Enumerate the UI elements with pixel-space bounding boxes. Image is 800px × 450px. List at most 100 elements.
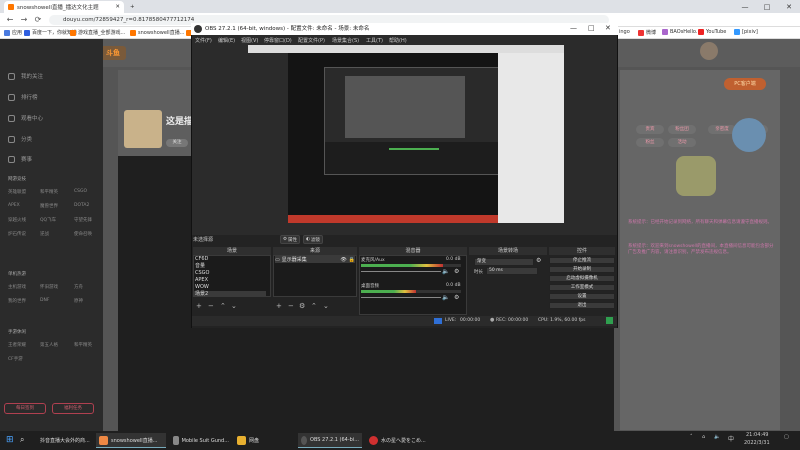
scene-item[interactable]: WOW <box>194 284 266 290</box>
menu-file[interactable]: 文件(F) <box>195 37 212 44</box>
mixer-settings-icon[interactable]: ⚙ <box>454 294 459 301</box>
bookmark-ingo[interactable]: ingo <box>619 29 630 35</box>
sidebar-item-watch[interactable]: 观看中心 <box>8 114 43 122</box>
close-tab-icon[interactable]: ✕ <box>115 4 120 10</box>
ime-indicator[interactable]: 中 <box>728 434 734 443</box>
daily-sign-button[interactable]: 每日签到 <box>4 403 46 414</box>
scene-item-selected[interactable]: 场景2 <box>194 291 266 297</box>
bookmark-youtube[interactable]: YouTube <box>698 29 726 35</box>
room-follow-tag[interactable]: 关注 <box>166 139 188 147</box>
settings-button[interactable]: 设置 <box>549 293 615 300</box>
obs-maximize-button[interactable]: □ <box>588 24 595 32</box>
source-settings-icon[interactable]: ⚙ <box>299 302 305 310</box>
scene-item[interactable]: CF6D <box>194 256 266 262</box>
new-tab-button[interactable]: + <box>126 1 140 13</box>
transition-type-select[interactable]: 渐变 <box>474 258 534 266</box>
transition-settings-icon[interactable]: ⚙ <box>536 257 541 264</box>
category-link[interactable]: 炉石传说 <box>8 231 26 237</box>
category-link[interactable]: 守望先锋 <box>74 217 92 223</box>
mixer-settings-icon[interactable]: ⚙ <box>454 268 459 275</box>
bookmark-baos[interactable]: BAOsHello... <box>662 29 701 35</box>
streamer-avatar[interactable] <box>124 110 162 148</box>
sidebar-item-events[interactable]: 赛事 <box>8 155 32 163</box>
category-link[interactable]: 魔兽世界 <box>40 203 58 209</box>
menu-tools[interactable]: 工具(T) <box>366 37 383 44</box>
exit-button[interactable]: 退出 <box>549 302 615 309</box>
forward-button[interactable]: → <box>18 14 30 26</box>
move-source-up-button[interactable]: ⌃ <box>311 302 317 310</box>
lock-icon[interactable]: 🔒 <box>349 257 355 263</box>
clock-time[interactable]: 21:04:49 <box>746 432 768 438</box>
start-recording-button[interactable]: 开始录制 <box>549 266 615 273</box>
maximize-button[interactable]: □ <box>756 0 778 13</box>
scene-item[interactable]: CSGO <box>194 270 266 276</box>
properties-button[interactable]: ⚙ 属性 <box>280 235 300 244</box>
bookmark-snowshowell[interactable]: snowshowell直播... <box>130 29 184 36</box>
category-link[interactable]: 和平精英 <box>74 342 92 348</box>
notification-icon[interactable]: ▢ <box>784 434 789 440</box>
add-scene-button[interactable]: + <box>196 302 202 310</box>
chat-tab[interactable]: 粉丝 <box>636 138 664 147</box>
category-link[interactable]: 穿越火线 <box>8 217 26 223</box>
menu-edit[interactable]: 编辑(E) <box>218 37 235 44</box>
pc-client-button[interactable]: PC客户端 <box>724 78 766 90</box>
category-link[interactable]: CF手游 <box>8 356 23 362</box>
obs-minimize-button[interactable]: — <box>570 24 577 32</box>
bookmark-apps[interactable]: 应用 <box>4 29 22 36</box>
category-link[interactable]: APEX <box>8 203 20 208</box>
tray-volume-icon[interactable]: 🔈 <box>714 434 720 440</box>
category-link[interactable]: DOTA2 <box>74 203 89 208</box>
welfare-task-button[interactable]: 福利任务 <box>52 403 94 414</box>
menu-help[interactable]: 帮助(H) <box>389 37 407 44</box>
start-virtual-camera-button[interactable]: 启动虚拟摄像机 <box>549 275 615 282</box>
event-badge-image[interactable] <box>732 118 766 152</box>
chat-tab[interactable]: 活动 <box>668 138 696 147</box>
chat-tab[interactable]: 贵宾 <box>636 125 664 134</box>
speaker-icon[interactable]: 🔈 <box>442 268 449 275</box>
category-link[interactable]: 主机游戏 <box>8 284 26 290</box>
source-item[interactable]: ▭ 显示器采集 👁 🔒 <box>275 256 355 263</box>
obs-close-button[interactable]: ✕ <box>605 24 611 32</box>
windows-start-icon[interactable]: ⊞ <box>6 435 14 445</box>
remove-source-button[interactable]: − <box>288 302 294 310</box>
menu-profile[interactable]: 配置文件(P) <box>298 37 325 44</box>
speaker-icon[interactable]: 🔈 <box>442 294 449 301</box>
move-scene-down-button[interactable]: ⌄ <box>231 302 237 310</box>
volume-slider[interactable] <box>361 297 441 298</box>
bookmark-games[interactable]: 游戏直播_全部游戏... <box>70 29 125 36</box>
bookmark-weibo[interactable]: 微博 <box>638 29 656 36</box>
taskbar-app[interactable]: 水の星へ愛をこめ... <box>366 433 434 448</box>
filters-button[interactable]: ◐ 滤镜 <box>303 235 323 244</box>
sidebar-item-rank[interactable]: 排行榜 <box>8 93 38 101</box>
douyu-logo[interactable]: 斗鱼 <box>100 46 126 60</box>
volume-slider[interactable] <box>361 271 441 272</box>
search-icon[interactable]: ⌕ <box>20 435 24 445</box>
menu-scene-collection[interactable]: 场景集合(S) <box>332 37 359 44</box>
taskbar-app-chrome[interactable]: snowshowell直播... <box>96 433 166 448</box>
category-link[interactable]: DNF <box>40 298 49 303</box>
category-link[interactable]: 第五人格 <box>40 342 58 348</box>
taskbar-app[interactable]: 网盘 <box>234 433 294 448</box>
menu-view[interactable]: 视图(V) <box>241 37 258 44</box>
user-avatar[interactable] <box>700 42 718 60</box>
category-link[interactable]: CSGO <box>74 189 87 194</box>
sidebar-item-follow[interactable]: 我的关注 <box>8 72 43 80</box>
category-link[interactable]: 王者荣耀 <box>8 342 26 348</box>
stop-streaming-button[interactable]: 停止推流 <box>549 257 615 264</box>
category-link[interactable]: 原神 <box>74 298 83 304</box>
visibility-eye-icon[interactable]: 👁 <box>340 257 346 263</box>
menu-docks[interactable]: 停靠窗口(D) <box>264 37 292 44</box>
reload-button[interactable]: ⟳ <box>32 14 44 26</box>
category-link[interactable]: QQ飞车 <box>40 217 56 223</box>
category-link[interactable]: 逆战 <box>40 231 49 237</box>
chat-tab[interactable]: 粉丝团 <box>668 125 696 134</box>
move-scene-up-button[interactable]: ⌃ <box>220 302 226 310</box>
taskbar-app[interactable]: Mobile Suit Gund... <box>170 433 232 448</box>
taskbar-app-obs[interactable]: OBS 27.2.1 (64-bi... <box>298 433 362 448</box>
remove-scene-button[interactable]: − <box>208 302 214 310</box>
category-link[interactable]: 使命召唤 <box>74 231 92 237</box>
move-source-down-button[interactable]: ⌄ <box>323 302 329 310</box>
category-link[interactable]: 方舟 <box>74 284 83 290</box>
close-window-button[interactable]: ✕ <box>778 0 800 13</box>
obs-preview[interactable] <box>248 45 564 223</box>
